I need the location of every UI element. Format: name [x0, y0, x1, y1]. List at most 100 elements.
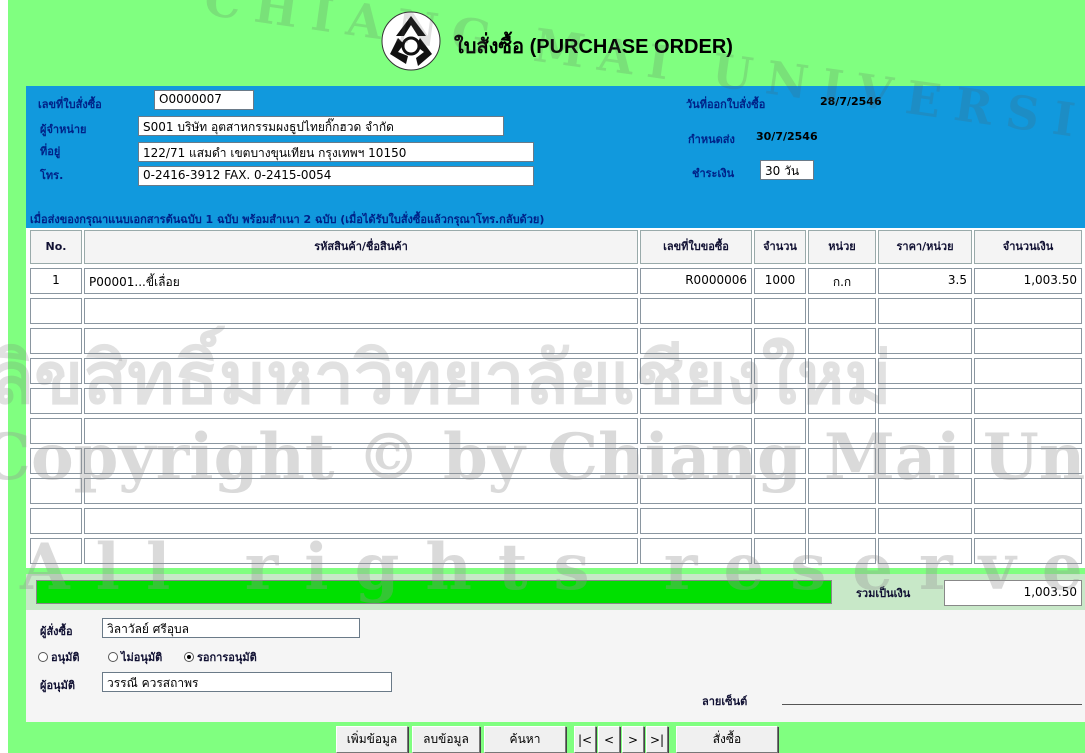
requisition-cell[interactable] — [640, 418, 752, 444]
requisition-cell[interactable] — [640, 328, 752, 354]
row-number-cell[interactable] — [30, 358, 82, 384]
radio-pending[interactable]: รอการอนุมัติ — [184, 648, 257, 666]
row-number-cell[interactable] — [30, 538, 82, 564]
product-cell[interactable] — [84, 388, 638, 414]
radio-selected-icon — [184, 652, 194, 662]
next-record-button[interactable]: > — [622, 726, 644, 753]
unit-price-cell[interactable] — [878, 538, 972, 564]
product-cell[interactable] — [84, 418, 638, 444]
delivery-label: กำหนดส่ง — [688, 133, 735, 146]
amount-cell[interactable] — [974, 298, 1082, 324]
amount-cell[interactable] — [974, 478, 1082, 504]
payment-label: ชำระเงิน — [692, 167, 735, 180]
po-number-field[interactable]: O0000007 — [154, 90, 254, 110]
product-cell[interactable] — [84, 298, 638, 324]
supplier-field[interactable]: S001 บริษัท อุตสาหกรรมผงธูปไทยกิ๊กฮวด จำ… — [138, 116, 504, 136]
total-label: รวมเป็นเงิน — [856, 587, 911, 600]
row-number-cell[interactable] — [30, 478, 82, 504]
unit-cell[interactable] — [808, 538, 876, 564]
first-record-button[interactable]: |< — [574, 726, 596, 753]
amount-cell[interactable] — [974, 418, 1082, 444]
row-number-cell[interactable] — [30, 448, 82, 474]
unit-cell[interactable]: ก.ก — [808, 268, 876, 294]
po-number-label: เลขที่ใบสั่งซื้อ — [38, 98, 102, 111]
quantity-cell[interactable] — [754, 388, 806, 414]
requisition-cell[interactable] — [640, 538, 752, 564]
issue-date-label: วันที่ออกใบสั่งซื้อ — [686, 98, 766, 111]
unit-cell[interactable] — [808, 388, 876, 414]
amount-cell[interactable] — [974, 388, 1082, 414]
row-number-cell[interactable] — [30, 298, 82, 324]
orderer-field[interactable]: วิลาวัลย์ ศรีอุบล — [102, 618, 360, 638]
quantity-cell[interactable] — [754, 478, 806, 504]
unit-price-cell[interactable] — [878, 508, 972, 534]
radio-approve[interactable]: อนุมัติ — [38, 648, 80, 666]
instruction-note: เมื่อส่งของกรุณาแนบเอกสารต้นฉบับ 1 ฉบับ … — [30, 213, 545, 226]
unit-price-cell[interactable] — [878, 298, 972, 324]
signature-label: ลายเซ็นต์ — [702, 695, 748, 708]
row-number-cell[interactable] — [30, 328, 82, 354]
unit-cell[interactable] — [808, 328, 876, 354]
product-cell[interactable] — [84, 448, 638, 474]
order-button[interactable]: สั่งซื้อ — [676, 726, 778, 753]
row-number-cell[interactable]: 1 — [30, 268, 82, 294]
unit-price-cell[interactable] — [878, 418, 972, 444]
amount-cell[interactable]: 1,003.50 — [974, 268, 1082, 294]
unit-cell[interactable] — [808, 298, 876, 324]
amount-cell[interactable] — [974, 448, 1082, 474]
radio-reject[interactable]: ไม่อนุมัติ — [108, 648, 162, 666]
unit-cell[interactable] — [808, 478, 876, 504]
search-button[interactable]: ค้นหา — [484, 726, 566, 753]
delete-button[interactable]: ลบข้อมูล — [412, 726, 480, 753]
row-number-cell[interactable] — [30, 388, 82, 414]
quantity-cell[interactable] — [754, 298, 806, 324]
previous-record-button[interactable]: < — [598, 726, 620, 753]
column-header: จำนวนเงิน — [974, 230, 1082, 264]
amount-cell[interactable] — [974, 328, 1082, 354]
product-cell[interactable] — [84, 478, 638, 504]
quantity-cell[interactable] — [754, 358, 806, 384]
requisition-cell[interactable] — [640, 448, 752, 474]
unit-price-cell[interactable]: 3.5 — [878, 268, 972, 294]
requisition-cell[interactable] — [640, 508, 752, 534]
quantity-cell[interactable] — [754, 418, 806, 444]
unit-price-cell[interactable] — [878, 388, 972, 414]
requisition-cell[interactable] — [640, 388, 752, 414]
product-cell[interactable] — [84, 538, 638, 564]
requisition-cell[interactable] — [640, 298, 752, 324]
product-cell[interactable] — [84, 508, 638, 534]
product-cell[interactable]: P00001...ขี้เลื่อย — [84, 268, 638, 294]
requisition-cell[interactable] — [640, 358, 752, 384]
product-cell[interactable] — [84, 358, 638, 384]
unit-cell[interactable] — [808, 508, 876, 534]
unit-price-cell[interactable] — [878, 328, 972, 354]
payment-terms-field[interactable]: 30 วัน — [760, 160, 814, 180]
phone-field[interactable]: 0-2416-3912 FAX. 0-2415-0054 — [138, 166, 534, 186]
quantity-cell[interactable] — [754, 328, 806, 354]
unit-cell[interactable] — [808, 418, 876, 444]
approver-field[interactable]: วรรณี ควรสถาพร — [102, 672, 392, 692]
requisition-cell[interactable]: R0000006 — [640, 268, 752, 294]
quantity-cell[interactable]: 1000 — [754, 268, 806, 294]
row-number-cell[interactable] — [30, 508, 82, 534]
amount-cell[interactable] — [974, 508, 1082, 534]
add-button[interactable]: เพิ่มข้อมูล — [336, 726, 408, 753]
title-bar: ใบสั่งซื้อ (PURCHASE ORDER) — [8, 0, 1085, 86]
total-amount-field[interactable]: 1,003.50 — [944, 580, 1082, 606]
amount-cell[interactable] — [974, 358, 1082, 384]
product-cell[interactable] — [84, 328, 638, 354]
row-number-cell[interactable] — [30, 418, 82, 444]
quantity-cell[interactable] — [754, 448, 806, 474]
address-field[interactable]: 122/71 แสมดำ เขตบางขุนเทียน กรุงเทพฯ 101… — [138, 142, 534, 162]
unit-price-cell[interactable] — [878, 358, 972, 384]
amount-cell[interactable] — [974, 538, 1082, 564]
quantity-cell[interactable] — [754, 538, 806, 564]
unit-price-cell[interactable] — [878, 448, 972, 474]
unit-price-cell[interactable] — [878, 478, 972, 504]
requisition-cell[interactable] — [640, 478, 752, 504]
last-record-button[interactable]: >| — [646, 726, 668, 753]
delivery-date-value: 30/7/2546 — [756, 130, 818, 143]
unit-cell[interactable] — [808, 448, 876, 474]
quantity-cell[interactable] — [754, 508, 806, 534]
unit-cell[interactable] — [808, 358, 876, 384]
